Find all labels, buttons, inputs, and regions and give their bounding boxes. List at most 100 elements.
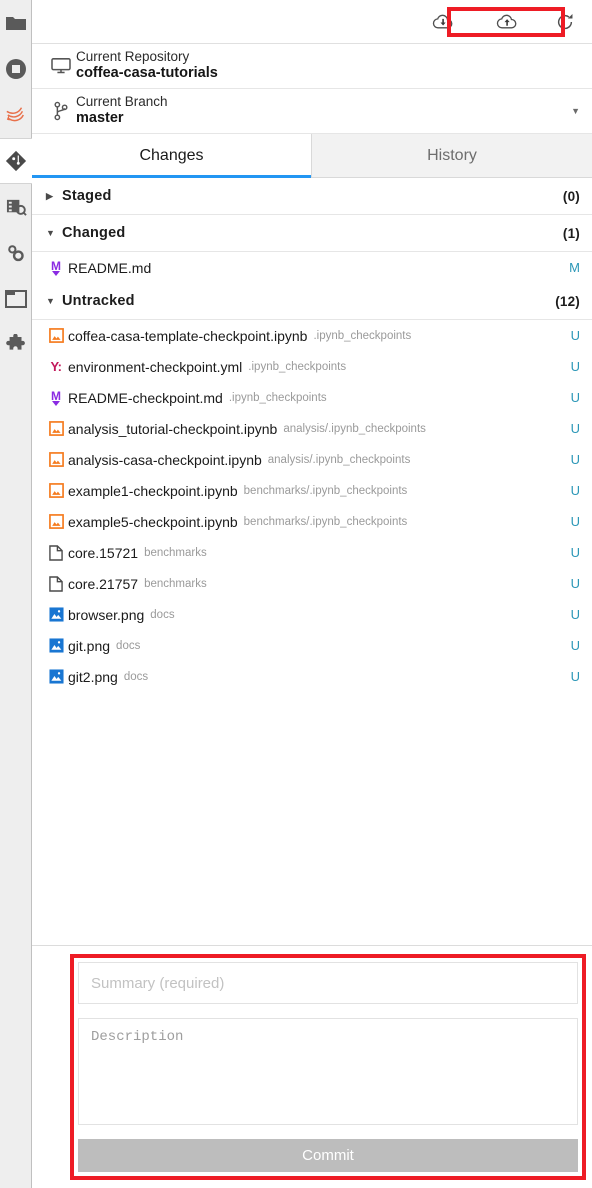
file-name: git.png [68,637,111,654]
file-path: .ipynb_checkpoints [228,391,327,404]
plain-file-icon [44,544,68,561]
status-badge: M [569,260,580,275]
file-path: .ipynb_checkpoints [248,360,347,373]
status-badge: U [570,669,580,684]
file-name: README-checkpoint.md [68,389,223,406]
notebook-file-icon [44,483,68,498]
table-row[interactable]: coffea-casa-template-checkpoint.ipynb .i… [32,320,592,351]
image-file-icon [44,669,68,684]
yaml-file-icon: Y: [50,359,62,374]
current-repository-row[interactable]: Current Repository coffea-casa-tutorials [32,44,592,89]
monitor-icon [46,57,76,75]
git-tabs: Changes History [32,134,592,178]
branch-icon [46,101,76,121]
table-row[interactable]: core.15721 benchmarks U [32,537,592,568]
table-row[interactable]: analysis-casa-checkpoint.ipynb analysis/… [32,444,592,475]
commit-section: Commit [32,945,592,1188]
section-title-changed: Changed [62,225,126,241]
table-row[interactable]: analysis_tutorial-checkpoint.ipynb analy… [32,413,592,444]
file-path: docs [150,608,175,621]
git-extension-panel: Current Repository coffea-casa-tutorials… [0,0,592,1188]
git-toolbar [32,0,592,44]
file-path: docs [116,639,141,652]
caret-right-icon[interactable]: ▶ [46,191,62,202]
chevron-down-icon[interactable]: ▼ [571,106,580,116]
current-repository-value: coffea-casa-tutorials [76,65,218,82]
file-path: docs [123,670,149,683]
file-path: analysis/.ipynb_checkpoints [283,422,426,435]
stop-circle-icon[interactable] [0,46,32,92]
file-path: benchmarks/.ipynb_checkpoints [243,515,408,528]
table-row[interactable]: M README.md M [32,252,592,283]
markdown-file-icon: M [44,260,68,276]
table-row[interactable]: M README-checkpoint.md .ipynb_checkpoint… [32,382,592,413]
file-name: coffea-casa-template-checkpoint.ipynb [68,327,308,344]
pull-push-group [420,8,530,36]
section-count-untracked: (12) [555,293,580,309]
notebook-file-icon [44,328,68,343]
table-row[interactable]: git.png docs U [32,630,592,661]
commit-description-input[interactable] [78,1018,578,1125]
tab-changes-label: Changes [139,146,204,164]
plain-file-icon [44,575,68,592]
section-count-changed: (1) [562,225,580,241]
notebook-file-icon [44,452,68,467]
markdown-file-icon: M [44,390,68,406]
caret-down-icon[interactable]: ▼ [46,228,62,238]
section-header-staged[interactable]: ▶ Staged (0) [32,178,592,215]
pull-cloud-download-icon[interactable] [430,11,456,33]
file-name: core.15721 [68,544,139,561]
file-name: analysis-casa-checkpoint.ipynb [68,451,262,468]
current-repository-label: Current Repository [76,49,190,65]
file-name: README.md [68,259,152,276]
tab-history[interactable]: History [312,134,592,177]
panel-icon[interactable] [0,276,32,322]
file-path: analysis/.ipynb_checkpoints [267,453,411,466]
tab-changes[interactable]: Changes [32,134,312,178]
file-name: example5-checkpoint.ipynb [68,513,238,530]
status-badge: U [570,576,580,591]
file-path: .ipynb_checkpoints [313,329,412,342]
table-row[interactable]: Y: environment-checkpoint.yml .ipynb_che… [32,351,592,382]
commit-summary-input[interactable] [78,962,578,1004]
section-count-staged: (0) [562,188,580,204]
commit-button[interactable]: Commit [78,1139,578,1172]
changes-file-list: ▶ Staged (0) ▼ Changed (1) M README.md M [32,178,592,945]
status-badge: U [570,328,580,343]
status-badge: U [570,390,580,405]
image-file-icon [44,638,68,653]
extensions-puzzle-icon[interactable] [0,322,32,368]
notebook-file-icon [44,514,68,529]
section-title-untracked: Untracked [62,293,135,309]
status-badge: U [570,483,580,498]
folder-icon[interactable] [0,0,32,46]
caret-down-icon[interactable]: ▼ [46,296,62,306]
status-badge: U [570,607,580,622]
table-row[interactable]: git2.png docs U [32,661,592,692]
status-badge: U [570,452,580,467]
file-name: analysis_tutorial-checkpoint.ipynb [68,420,278,437]
status-badge: U [570,545,580,560]
file-name: example1-checkpoint.ipynb [68,482,238,499]
git-icon[interactable] [0,138,32,184]
image-file-icon [44,607,68,622]
activity-bar [0,0,32,1188]
table-row[interactable]: example1-checkpoint.ipynb benchmarks/.ip… [32,475,592,506]
gears-icon[interactable] [0,230,32,276]
push-cloud-upload-icon[interactable] [494,11,520,33]
current-branch-row[interactable]: Current Branch master ▼ [32,89,592,134]
section-header-untracked[interactable]: ▼ Untracked (12) [32,283,592,320]
status-badge: U [570,359,580,374]
refresh-icon[interactable] [552,11,578,33]
table-row[interactable]: core.21757 benchmarks U [32,568,592,599]
status-badge: U [570,514,580,529]
jupyter-icon[interactable] [0,92,32,138]
table-of-contents-icon[interactable] [0,184,32,230]
file-path: benchmarks/.ipynb_checkpoints [243,484,408,497]
table-row[interactable]: example5-checkpoint.ipynb benchmarks/.ip… [32,506,592,537]
file-name: core.21757 [68,575,139,592]
table-row[interactable]: browser.png docs U [32,599,592,630]
file-path: benchmarks [144,577,207,590]
section-header-changed[interactable]: ▼ Changed (1) [32,215,592,252]
notebook-file-icon [44,421,68,436]
